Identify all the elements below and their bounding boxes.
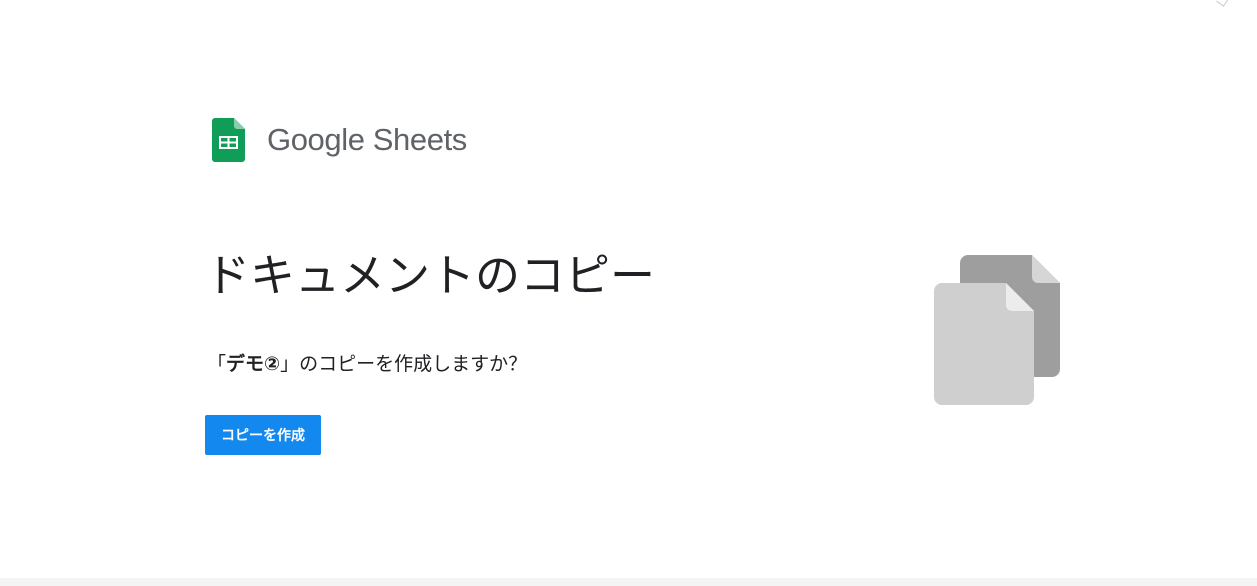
copy-question: 「デモ②」のコピーを作成しますか？ [207, 350, 527, 380]
copy-document-page: Google Sheets ドキュメントのコピー 「デモ②」のコピーを作成します… [0, 0, 1257, 586]
brand-name: Google Sheets [267, 122, 467, 157]
sheets-icon [212, 118, 245, 162]
google-sheets-brand: Google Sheets [212, 118, 467, 162]
question-text: 」のコピーを作成しますか？ [280, 354, 528, 375]
corner-mark [1216, 0, 1229, 7]
make-copy-button[interactable]: コピーを作成 [205, 415, 321, 455]
bottom-strip [0, 578, 1257, 586]
copy-documents-icon [934, 255, 1060, 405]
question-open-bracket: 「 [207, 354, 227, 375]
page-title: ドキュメントのコピー [205, 250, 656, 301]
document-name: デモ② [226, 354, 281, 375]
